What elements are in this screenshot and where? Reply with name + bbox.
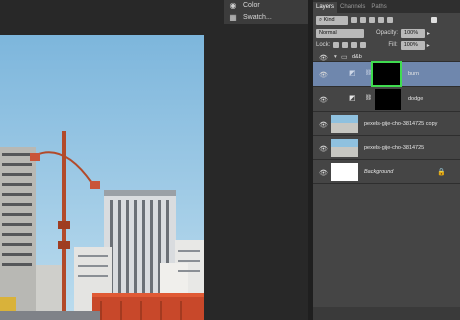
color-icon: ◉: [229, 1, 237, 10]
filter-row: ⌕ Kind: [313, 13, 460, 27]
eye-icon[interactable]: 👁: [319, 71, 328, 79]
chain-link-icon: ⛓: [365, 70, 372, 76]
blend-mode-select[interactable]: Normal: [316, 28, 364, 38]
folder-icon: ▭: [341, 54, 348, 61]
opacity-dropdown-icon[interactable]: ▸: [427, 30, 430, 37]
filter-type-icon[interactable]: [369, 17, 375, 23]
layer-row-photo-copy[interactable]: 👁 pexels-gije-cho-3814725 copy: [313, 112, 460, 136]
layer-name: Background: [364, 169, 394, 175]
layers-panel-footer: [313, 307, 460, 320]
layers-panel: Layers Channels Paths ⌕ Kind Normal Opac…: [313, 0, 460, 320]
lock-transparent-icon[interactable]: [333, 42, 340, 48]
opacity-label: Opacity:: [376, 30, 399, 36]
layer-thumbnail: [331, 115, 358, 133]
eye-icon[interactable]: 👁: [319, 96, 328, 104]
filter-shape-icon[interactable]: [378, 17, 384, 23]
tab-layers[interactable]: Layers: [313, 2, 338, 13]
lock-all-icon[interactable]: [360, 42, 367, 48]
chevron-down-icon[interactable]: ▾: [334, 54, 337, 60]
filter-pixel-icon[interactable]: [351, 17, 357, 23]
layer-group-row[interactable]: 👁 ▾ ▭ d&b: [313, 52, 460, 62]
layer-filter-select[interactable]: ⌕ Kind: [316, 15, 348, 25]
swatches-icon: ▦: [229, 13, 237, 22]
eye-icon[interactable]: 👁: [319, 145, 328, 153]
layer-name: pexels-gije-cho-3814725: [364, 145, 425, 151]
layer-list: 👁 ▾ ▭ d&b 👁 ◩ ⛓ burn 👁 ◩ ⛓ dodge 👁 pexel…: [313, 52, 460, 307]
layer-row-dodge[interactable]: 👁 ◩ ⛓ dodge: [313, 87, 460, 112]
color-swatches-panel: ◉ Color ▦ Swatch...: [224, 0, 308, 24]
lock-fill-row: Lock: Fill: 100% ▸: [313, 38, 460, 52]
swatches-panel-item[interactable]: ▦ Swatch...: [228, 12, 272, 23]
photo-image: [0, 35, 204, 320]
filter-label: Kind: [323, 16, 335, 23]
layer-row-photo[interactable]: 👁 pexels-gije-cho-3814725: [313, 136, 460, 160]
layer-row-background[interactable]: 👁 Background 🔒: [313, 160, 460, 184]
layer-name: burn: [408, 71, 420, 77]
fill-input[interactable]: 100%: [400, 40, 425, 50]
panel-tabs: Layers Channels Paths: [313, 0, 460, 13]
eye-icon[interactable]: 👁: [319, 169, 328, 177]
tab-paths[interactable]: Paths: [368, 2, 389, 13]
color-label: Color: [243, 2, 260, 9]
document-canvas[interactable]: [0, 0, 224, 320]
filter-smart-icon[interactable]: [387, 17, 393, 23]
layer-name: dodge: [408, 96, 424, 102]
layer-mask-thumbnail[interactable]: [375, 89, 401, 110]
layer-row-burn[interactable]: 👁 ◩ ⛓ burn: [313, 61, 460, 87]
layer-name: pexels-gije-cho-3814725 copy: [364, 121, 438, 127]
fill-label: Fill:: [388, 42, 398, 48]
eye-icon[interactable]: 👁: [319, 121, 328, 129]
adjustment-icon: ◩: [349, 70, 356, 77]
lock-label: Lock:: [316, 42, 331, 48]
layer-thumbnail: [331, 163, 358, 181]
lock-image-icon[interactable]: [342, 42, 349, 48]
swatches-label: Swatch...: [243, 14, 272, 21]
lock-position-icon[interactable]: [351, 42, 358, 48]
filter-toggle[interactable]: [431, 17, 437, 23]
tab-channels[interactable]: Channels: [337, 2, 368, 13]
lock-icon: 🔒: [437, 169, 446, 176]
fill-dropdown-icon[interactable]: ▸: [427, 42, 430, 49]
filter-adjust-icon[interactable]: [360, 17, 366, 23]
layer-thumbnail: [331, 139, 358, 157]
color-panel-item[interactable]: ◉ Color: [228, 0, 260, 11]
group-name: d&b: [352, 54, 362, 60]
opacity-input[interactable]: 100%: [401, 28, 426, 38]
chain-link-icon: ⛓: [365, 95, 372, 101]
adjustment-icon: ◩: [349, 95, 356, 102]
eye-icon[interactable]: 👁: [319, 54, 328, 62]
layer-mask-thumbnail[interactable]: [371, 61, 402, 87]
